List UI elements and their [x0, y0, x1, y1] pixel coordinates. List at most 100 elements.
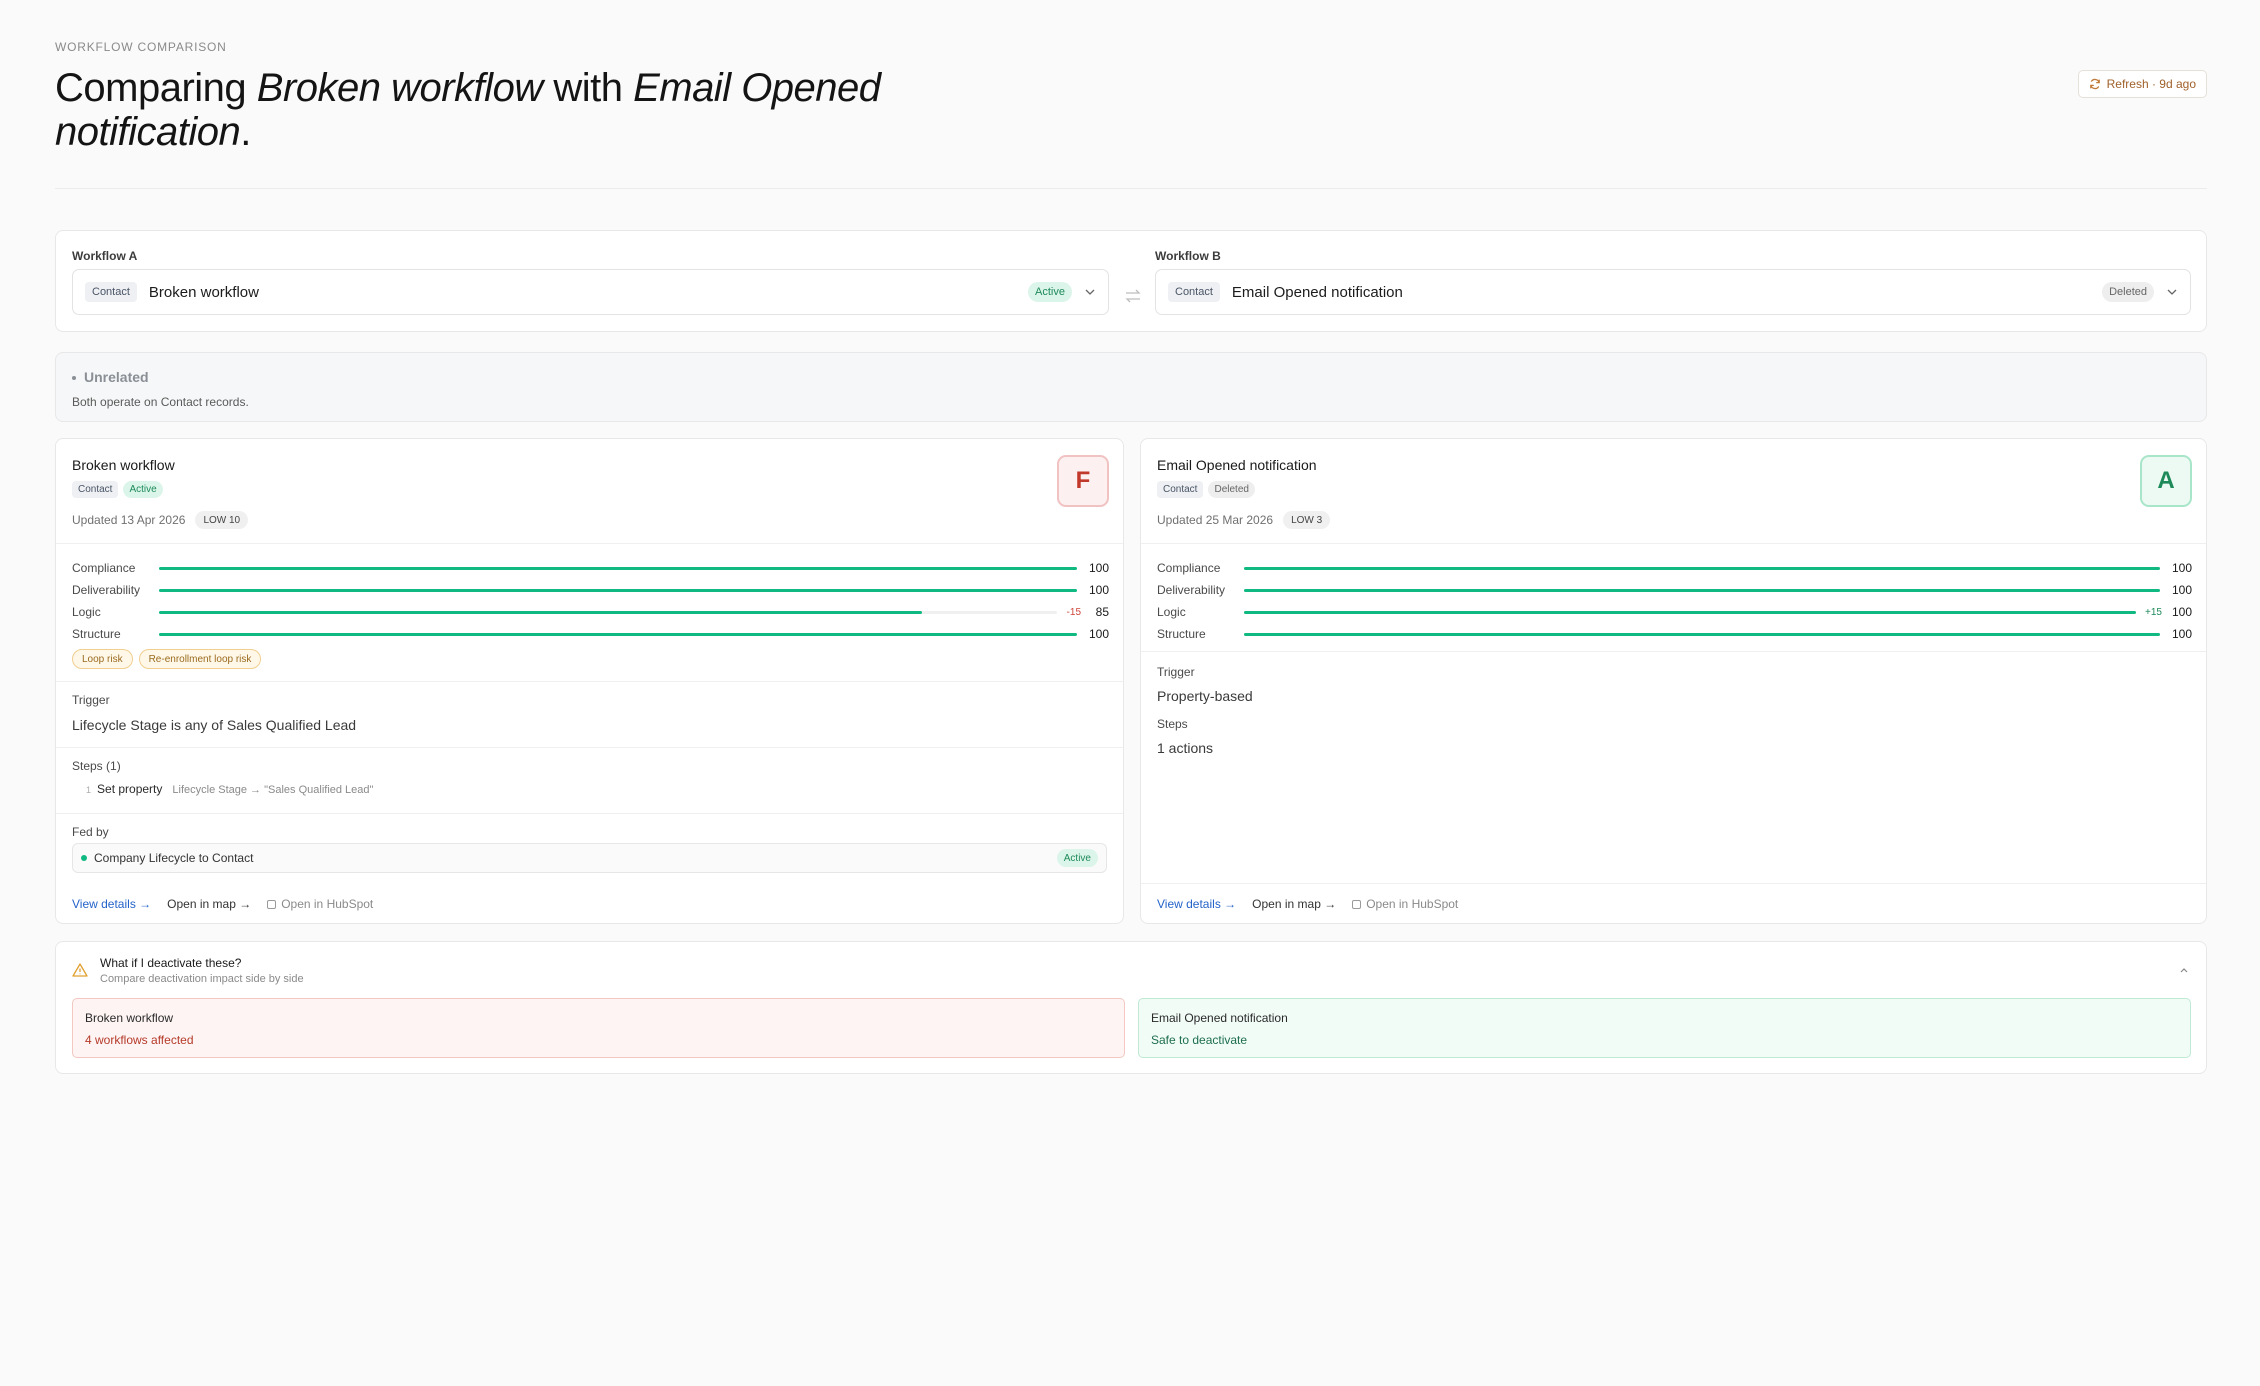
bullet-icon	[72, 376, 76, 381]
status-badge: Active	[123, 481, 163, 498]
impact-status: 4 workflows affected	[85, 1033, 194, 1047]
chevron-up-icon[interactable]	[2178, 964, 2190, 976]
status-badge: Deleted	[2102, 282, 2154, 302]
relation-title: Unrelated	[72, 369, 149, 385]
grade-badge: F	[1057, 455, 1109, 507]
status-badge: Active	[1028, 282, 1072, 302]
step-item: 1 Set property Lifecycle Stage → "Sales …	[72, 782, 373, 796]
grade-badge: A	[2140, 455, 2192, 507]
fed-by-label: Fed by	[72, 825, 109, 839]
open-in-hubspot-link[interactable]: Open in HubSpot	[267, 897, 373, 911]
step-action: Set property	[97, 782, 163, 796]
metric-deliverability: Deliverability 100	[72, 583, 1109, 597]
divider	[56, 681, 1123, 682]
metric-compliance: Compliance 100	[1157, 561, 2192, 575]
object-badge: Contact	[1168, 282, 1220, 302]
header-divider	[55, 188, 2207, 189]
status-dot-icon	[81, 855, 87, 861]
metric-bar	[1244, 610, 2136, 614]
trigger-value: Property-based	[1157, 688, 1253, 704]
status-badge: Deleted	[1208, 481, 1255, 498]
relation-card: Unrelated Both operate on Contact record…	[55, 352, 2207, 422]
open-in-hubspot-link[interactable]: Open in HubSpot	[1352, 897, 1458, 911]
divider	[1141, 883, 2206, 884]
metric-bar	[159, 588, 1077, 592]
metric-list: Compliance 100 Deliverability 100 Logic …	[72, 557, 1109, 645]
trigger-value: Lifecycle Stage is any of Sales Qualifie…	[72, 717, 357, 733]
object-badge: Contact	[85, 282, 137, 302]
workflow-selector: Workflow A Contact Broken workflow Activ…	[55, 230, 2207, 332]
updated-date: Updated 13 Apr 2026	[72, 513, 186, 527]
object-badge: Contact	[72, 481, 119, 498]
page-eyebrow: WORKFLOW COMPARISON	[55, 40, 227, 54]
impact-name: Email Opened notification	[1151, 1011, 1288, 1025]
fed-by-item[interactable]: Company Lifecycle to Contact Active	[72, 843, 1107, 873]
panel-actions: View details → Open in map → Open in Hub…	[72, 897, 373, 911]
workflow-a-label: Workflow A	[72, 249, 138, 263]
workflow-b-name: Email Opened notification	[1231, 283, 1403, 301]
panel-tags: Contact Deleted	[1157, 481, 1255, 498]
external-square-icon	[267, 899, 277, 909]
panel-workflow-name: Broken workflow	[72, 457, 175, 473]
open-in-map-link[interactable]: Open in map →	[167, 897, 251, 911]
divider	[56, 747, 1123, 748]
panel-actions: View details → Open in map → Open in Hub…	[1157, 897, 1458, 911]
impact-status: Safe to deactivate	[1151, 1033, 1248, 1047]
external-square-icon	[1352, 899, 1362, 909]
deactivate-subtitle: Compare deactivation impact side by side	[100, 973, 304, 985]
metric-bar	[1244, 632, 2160, 636]
workflow-a-select[interactable]: Contact Broken workflow Active	[72, 269, 1109, 315]
deactivate-title: What if I deactivate these?	[100, 956, 242, 970]
workflow-b-panel: Email Opened notification Contact Delete…	[1140, 438, 2207, 924]
page-title: Comparing Broken workflow with Email Ope…	[55, 66, 881, 154]
deactivate-impact-card: What if I deactivate these? Compare deac…	[55, 941, 2207, 1074]
divider	[56, 813, 1123, 814]
swap-icon[interactable]	[1123, 286, 1143, 306]
metric-structure: Structure 100	[1157, 627, 2192, 641]
metric-logic: Logic +15 100	[1157, 605, 2192, 619]
impact-name: Broken workflow	[85, 1011, 174, 1025]
metric-bar	[159, 610, 1057, 614]
workflow-comparison-page: WORKFLOW COMPARISON Comparing Broken wor…	[0, 0, 2260, 1386]
impact-workflow-b: Email Opened notification Safe to deacti…	[1138, 998, 2191, 1058]
steps-label: Steps	[1157, 717, 1188, 731]
trigger-label: Trigger	[1157, 665, 1195, 679]
metric-logic: Logic -15 85	[72, 605, 1109, 619]
metric-bar	[159, 632, 1077, 636]
chevron-down-icon	[2167, 289, 2177, 295]
risk-level-badge: LOW 3	[1283, 511, 1331, 529]
updated-date: Updated 25 Mar 2026	[1157, 513, 1274, 527]
fed-by-name: Company Lifecycle to Contact	[94, 851, 254, 865]
title-workflow-a: Broken workflow	[256, 66, 543, 110]
risk-level-badge: LOW 10	[195, 511, 249, 529]
chevron-down-icon	[1085, 289, 1095, 295]
metric-bar	[1244, 566, 2160, 570]
risk-badge: Re-enrollment loop risk	[138, 649, 262, 669]
trigger-label: Trigger	[72, 693, 110, 707]
refresh-button[interactable]: Refresh · 9d ago	[2077, 70, 2207, 98]
risk-badges: Loop risk Re-enrollment loop risk	[72, 649, 262, 669]
divider	[56, 543, 1123, 544]
workflow-b-label: Workflow B	[1155, 249, 1221, 263]
relation-description: Both operate on Contact records.	[72, 395, 249, 409]
view-details-link[interactable]: View details →	[1157, 897, 1236, 911]
metric-deliverability: Deliverability 100	[1157, 583, 2192, 597]
workflow-a-name: Broken workflow	[148, 283, 259, 301]
open-in-map-link[interactable]: Open in map →	[1252, 897, 1336, 911]
steps-label: Steps (1)	[72, 759, 121, 773]
panel-updated: Updated 13 Apr 2026 LOW 10	[72, 511, 249, 529]
metric-list: Compliance 100 Deliverability 100 Logic …	[1157, 557, 2192, 645]
workflow-b-select[interactable]: Contact Email Opened notification Delete…	[1155, 269, 2191, 315]
panel-tags: Contact Active	[72, 481, 163, 498]
view-details-link[interactable]: View details →	[72, 897, 151, 911]
divider	[1141, 651, 2206, 652]
steps-value: 1 actions	[1157, 740, 1214, 756]
refresh-icon	[2089, 78, 2100, 90]
impact-workflow-a: Broken workflow 4 workflows affected	[72, 998, 1125, 1058]
metric-structure: Structure 100	[72, 627, 1109, 641]
metric-compliance: Compliance 100	[72, 561, 1109, 575]
refresh-label: Refresh · 9d ago	[2106, 77, 2196, 91]
object-badge: Contact	[1157, 481, 1204, 498]
metric-bar	[1244, 588, 2160, 592]
metric-bar	[159, 566, 1077, 570]
